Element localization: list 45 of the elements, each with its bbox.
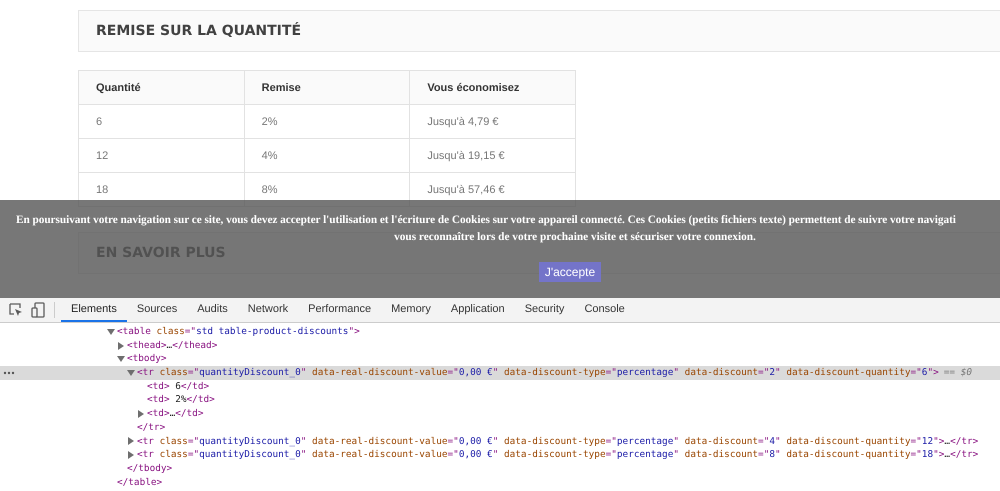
expand-triangle-icon[interactable] — [137, 410, 145, 418]
section-title: REMISE SUR LA QUANTITÉ — [96, 23, 302, 39]
dom-node[interactable]: <tbody> — [127, 352, 167, 366]
column-header: Remise — [244, 70, 410, 104]
dom-node[interactable]: </table> — [117, 476, 162, 490]
table-cell: 12 — [78, 138, 244, 172]
accept-button[interactable]: J'accepte — [538, 262, 602, 282]
column-header: Vous économisez — [410, 70, 576, 104]
dom-node[interactable]: <td> 2%</td> — [147, 393, 215, 408]
collapse-triangle-icon[interactable] — [127, 368, 135, 377]
devtools-tab[interactable]: Audits — [187, 298, 238, 322]
devtools-tab[interactable]: Elements — [61, 298, 127, 322]
expand-triangle-icon[interactable] — [127, 451, 135, 460]
dom-node[interactable]: <tr class="quantityDiscount_0" data-real-discount-value="0,00 €" data-discount-type="percentage" data-discount="2" data-discount-quantity="6"> — [137, 366, 939, 380]
collapse-triangle-icon[interactable] — [117, 355, 125, 364]
dom-node[interactable]: <tr class="quantityDiscount_0" data-real-discount-value="0,00 €" data-discount-type="percentage" data-discount="4" data-discount-quantity="12">…</tr> — [137, 434, 978, 448]
dom-node[interactable]: <td>…</td> — [147, 407, 204, 421]
column-header: Quantité — [78, 70, 244, 104]
devtools-tab[interactable]: Network — [238, 298, 298, 322]
devtools-tab[interactable]: Security — [514, 298, 574, 322]
devtools-tab[interactable]: Application — [440, 298, 515, 322]
table-cell: 4% — [244, 138, 410, 172]
inspect-icon[interactable] — [8, 302, 24, 318]
cookie-notice-text: vous reconnaître lors de votre prochaine visite et sécuriser votre connexion. — [394, 230, 756, 245]
dom-node[interactable]: <td> 6</td> — [147, 380, 210, 394]
dom-node[interactable]: </tr> — [137, 420, 166, 435]
devtools-tab[interactable]: Console — [574, 298, 635, 322]
console-reference: == $0 — [944, 366, 972, 380]
dom-node[interactable]: <tr class="quantityDiscount_0" data-real-discount-value="0,00 €" data-discount-type="percentage" data-discount="8" data-discount-quantity="18">…</tr> — [137, 448, 978, 462]
devtools-tab[interactable]: Sources — [126, 298, 188, 322]
collapse-triangle-icon[interactable] — [107, 328, 115, 336]
devtools-tab[interactable]: Performance — [298, 298, 382, 322]
expand-triangle-icon[interactable] — [117, 342, 125, 350]
more-icon[interactable] — [3, 371, 15, 376]
device-icon[interactable] — [31, 302, 45, 318]
table-cell: Jusqu'à 19,15 € — [410, 138, 576, 172]
table-cell: Jusqu'à 4,79 € — [410, 104, 576, 138]
dom-node[interactable]: <thead>…</thead> — [127, 338, 218, 352]
devtools-tab[interactable]: Memory — [381, 298, 441, 322]
table-cell: 6 — [78, 104, 244, 138]
cookie-notice-text: En poursuivant votre navigation sur ce site, vous devez accepter l'utilisation et l'écriture de Cookies sur votre appareil connecté. Ces Cookies (petits fichiers texte) permettent de suivre votre navigati — [15, 213, 956, 228]
table-cell: 2% — [244, 104, 410, 138]
expand-triangle-icon[interactable] — [127, 437, 135, 446]
dom-node[interactable]: <table class="std table-product-discounts"> — [117, 325, 360, 339]
dom-node[interactable]: </tbody> — [127, 462, 172, 476]
